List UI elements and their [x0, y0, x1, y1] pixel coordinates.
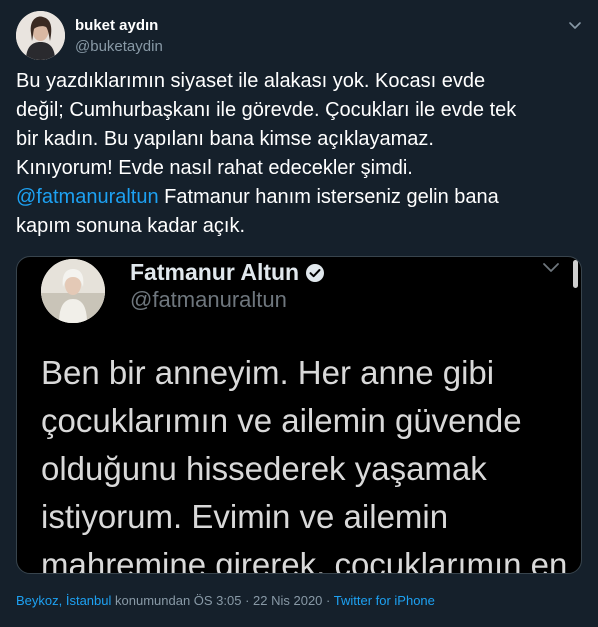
tweet-line: değil; Cumhurbaşkanı ile görevde. Çocukl… [16, 99, 517, 121]
scrollbar [573, 260, 578, 288]
author-name[interactable]: buket aydın [75, 17, 158, 34]
source-link[interactable]: Twitter for iPhone [334, 593, 435, 608]
tweet-text: Bu yazdıklarımın siyaset ile alakası yok… [16, 67, 582, 241]
tweet-line: Kınıyorum! Evde nasıl rahat edecekler şi… [16, 157, 413, 179]
embedded-author-name: Fatmanur Altun [130, 259, 300, 285]
embedded-screenshot[interactable]: Fatmanur Altun @fatmanuraltun Ben bir an… [16, 256, 582, 574]
tweet-line: bir kadın. Bu yapılanı bana kimse açıkla… [16, 128, 434, 150]
embedded-handle: @fatmanuraltun [130, 287, 287, 312]
mention-link[interactable]: @fatmanuraltun [16, 186, 159, 208]
embedded-line: mahremine girerek, çocuklarımın en [41, 546, 568, 574]
verified-badge-icon [305, 262, 325, 282]
embedded-avatar [41, 259, 105, 323]
embedded-line: Ben bir anneyim. Her anne gibi [41, 354, 495, 391]
tweet-line-rest: Fatmanur hanım isterseniz gelin bana [158, 186, 499, 208]
chevron-down-icon[interactable] [566, 16, 584, 34]
embedded-line: çocuklarımın ve ailemin güvende [41, 402, 522, 439]
tweet-line: kapım sonuna kadar açık. [16, 215, 246, 237]
tweet: buket aydın @buketaydin Bu yazdıklarımın… [0, 0, 598, 627]
tweet-line: Bu yazdıklarımın siyaset ile alakası yok… [16, 70, 486, 92]
location-link[interactable]: Beykoz, İstanbul [16, 593, 111, 608]
timestamp: konumundan ÖS 3:05 · 22 Nis 2020 · [111, 593, 334, 608]
author-avatar[interactable] [16, 11, 65, 60]
embedded-line: istiyorum. Evimin ve ailemin [41, 498, 449, 535]
embedded-text: Ben bir anneyim. Her anne gibi çocukları… [41, 349, 571, 574]
embedded-author: Fatmanur Altun [130, 259, 325, 286]
author-handle[interactable]: @buketaydin [75, 38, 163, 55]
chevron-down-icon [540, 260, 562, 276]
tweet-meta: Beykoz, İstanbul konumundan ÖS 3:05 · 22… [16, 593, 435, 608]
embedded-line: olduğunu hissederek yaşamak [41, 450, 487, 487]
tweet-line: @fatmanuraltun Fatmanur hanım isterseniz… [16, 183, 582, 212]
